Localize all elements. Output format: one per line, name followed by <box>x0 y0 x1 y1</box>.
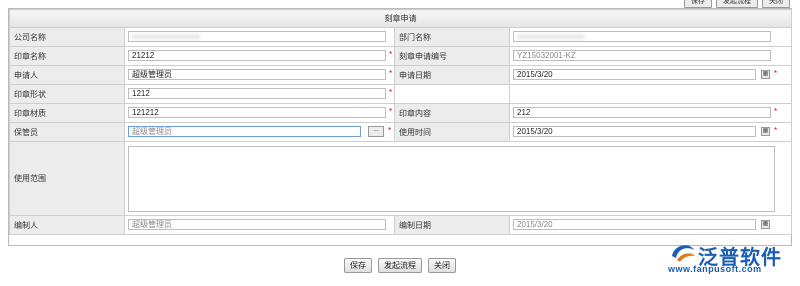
applicant-field[interactable]: 超级管理员 <box>128 69 386 80</box>
company-name-field[interactable]: xxxxxxxxxxxxxxxxx <box>128 31 386 42</box>
prepare-date-label: 编制日期 <box>394 215 510 235</box>
required-mark: * <box>389 50 393 59</box>
start-flow-button[interactable]: 发起流程 <box>378 258 422 273</box>
required-mark: * <box>774 69 778 78</box>
use-scope-label: 使用范围 <box>9 141 125 216</box>
required-mark: * <box>388 126 392 135</box>
calendar-icon[interactable]: ▦ <box>761 127 770 136</box>
required-mark: * <box>774 107 778 116</box>
form-frame: 刻章申请 公司名称 xxxxxxxxxxxxxxxxx 部门名称 xxxxxxx… <box>8 8 792 246</box>
keeper-field[interactable]: 超级管理员 <box>128 126 361 137</box>
keeper-label: 保管员 <box>9 122 125 142</box>
seal-application-form: 刻章申请 公司名称 xxxxxxxxxxxxxxxxx 部门名称 xxxxxxx… <box>9 9 792 235</box>
required-mark: * <box>389 107 393 116</box>
seal-material-field[interactable]: 121212 <box>128 107 386 118</box>
application-no-label: 刻章申请编号 <box>394 46 510 66</box>
seal-shape-field[interactable]: 1212 <box>128 88 386 99</box>
applicant-label: 申请人 <box>9 65 125 85</box>
empty-cell <box>394 84 510 104</box>
apply-date-field[interactable]: 2015/3/20 <box>513 69 756 80</box>
calendar-icon[interactable]: ▦ <box>761 220 770 229</box>
preparer-field[interactable]: 超级管理员 <box>128 219 386 230</box>
department-name-label: 部门名称 <box>394 27 510 47</box>
empty-cell <box>509 84 792 104</box>
required-mark: * <box>389 69 393 78</box>
preparer-label: 编制人 <box>9 215 125 235</box>
fanpu-logo-icon <box>672 245 695 262</box>
fanpu-logo: 泛普软件 www.fanpusoft.com <box>664 238 792 278</box>
use-scope-textarea[interactable] <box>128 146 775 212</box>
apply-date-label: 申请日期 <box>394 65 510 85</box>
logo-url-text: www.fanpusoft.com <box>668 264 762 274</box>
save-button[interactable]: 保存 <box>344 258 372 273</box>
seal-shape-label: 印章形状 <box>9 84 125 104</box>
top-save-button[interactable]: 保存 <box>684 0 712 8</box>
use-time-label: 使用时间 <box>394 122 510 142</box>
application-no-field[interactable]: YZ15032001-KZ <box>513 50 771 61</box>
seal-name-field[interactable]: 21212 <box>128 50 386 61</box>
seal-content-label: 印章内容 <box>394 103 510 123</box>
seal-name-label: 印章名称 <box>9 46 125 66</box>
calendar-icon[interactable]: ▦ <box>761 70 770 79</box>
top-toolbar: 保存 发起流程 关闭 <box>684 0 790 8</box>
top-start-flow-button[interactable]: 发起流程 <box>716 0 758 8</box>
seal-material-label: 印章材质 <box>9 103 125 123</box>
top-close-button[interactable]: 关闭 <box>762 0 790 8</box>
prepare-date-field[interactable]: 2015/3/20 <box>513 219 756 230</box>
required-mark: * <box>389 88 393 97</box>
form-title: 刻章申请 <box>9 9 792 28</box>
department-name-field[interactable]: xxxxxxxxxxxxxxxxx <box>513 31 771 42</box>
seal-content-field[interactable]: 212 <box>513 107 771 118</box>
required-mark: * <box>774 126 778 135</box>
use-time-field[interactable]: 2015/3/20 <box>513 126 756 137</box>
select-keeper-button[interactable]: ... <box>368 126 384 137</box>
close-button[interactable]: 关闭 <box>428 258 456 273</box>
company-name-label: 公司名称 <box>9 27 125 47</box>
